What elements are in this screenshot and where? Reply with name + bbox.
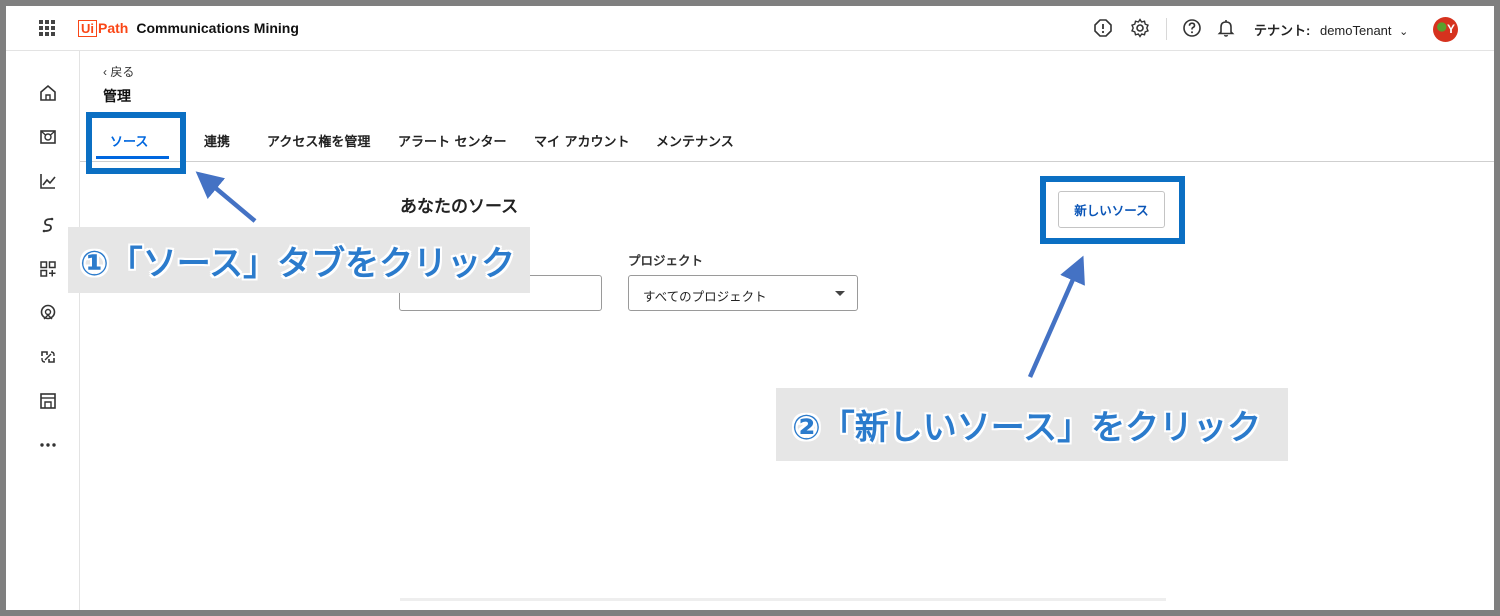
arrow-to-sources-tab <box>195 171 257 223</box>
app-window: Ui Path Communications Mining テナント: demo… <box>6 6 1494 610</box>
annotation-arrows <box>195 171 1085 378</box>
arrow-to-new-source-button <box>1027 255 1085 378</box>
